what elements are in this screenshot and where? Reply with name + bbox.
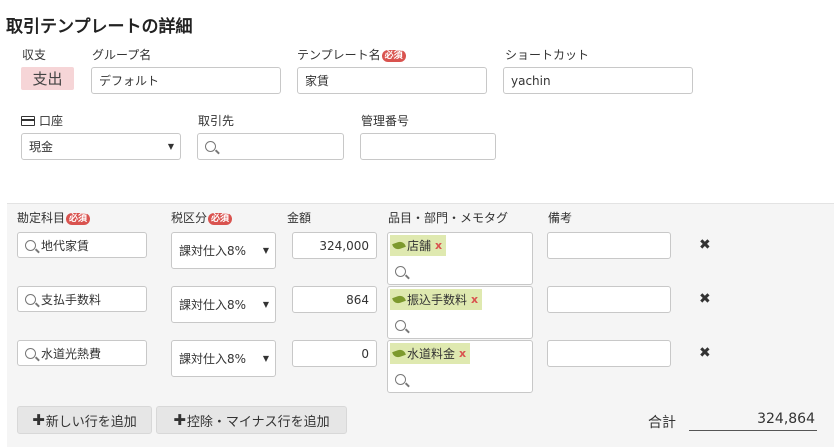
plus-icon: ✚ xyxy=(32,411,45,429)
tax-category-select[interactable]: 課対仕入8% ▼ xyxy=(171,286,276,323)
total-label: 合計 xyxy=(648,415,676,431)
search-icon xyxy=(395,266,406,277)
remarks-input[interactable] xyxy=(547,232,671,259)
total-value: 324,864 xyxy=(689,409,817,431)
template-name-input[interactable]: 家賃 xyxy=(297,67,487,94)
chevron-down-icon: ▼ xyxy=(262,300,269,309)
required-badge: 必須 xyxy=(208,213,233,225)
amount-input[interactable]: 0 xyxy=(292,340,377,367)
amount-input[interactable]: 864 xyxy=(292,286,377,313)
required-badge: 必須 xyxy=(381,50,406,62)
shortcut-input[interactable]: yachin xyxy=(503,67,693,94)
account-label: 口座 xyxy=(21,112,63,129)
management-number-input[interactable] xyxy=(360,133,496,160)
tags-header: 品目・部門・メモタグ xyxy=(388,211,509,225)
chevron-down-icon: ▼ xyxy=(262,246,269,255)
search-icon xyxy=(205,141,216,152)
tax-category-select[interactable]: 課対仕入8% ▼ xyxy=(171,232,276,269)
delete-row-icon[interactable]: ✖ xyxy=(699,237,711,253)
chevron-down-icon: ▼ xyxy=(167,142,174,151)
search-icon xyxy=(25,239,36,251)
group-name-input[interactable]: デフォルト xyxy=(91,67,281,94)
group-name-label: グループ名 xyxy=(92,48,152,62)
account-select[interactable]: 現金 ▼ xyxy=(21,133,181,160)
account-item-input[interactable]: 水道光熱費 xyxy=(17,340,147,366)
remarks-header: 備考 xyxy=(548,211,573,225)
credit-card-icon xyxy=(21,116,35,126)
add-deduction-row-button[interactable]: ✚ 控除・マイナス行を追加 xyxy=(156,406,347,434)
remove-tag-icon[interactable]: x xyxy=(471,293,478,306)
tax-category-select[interactable]: 課対仕入8% ▼ xyxy=(171,340,276,377)
account-item-header: 勘定科目 必須 xyxy=(17,209,91,226)
account-select-value: 現金 xyxy=(29,140,54,154)
account-item-input[interactable]: 地代家賃 xyxy=(17,232,147,258)
tag-chip: 店舗 x xyxy=(390,235,447,256)
tax-category-header: 税区分 必須 xyxy=(171,209,233,226)
plus-icon: ✚ xyxy=(173,411,186,429)
search-icon xyxy=(25,293,36,305)
tag-chip: 振込手数料 x xyxy=(390,289,483,310)
template-name-label: テンプレート名 必須 xyxy=(297,46,406,63)
page-title: 取引テンプレートの詳細 xyxy=(6,17,193,37)
account-item-input[interactable]: 支払手数料 xyxy=(17,286,147,312)
add-row-button[interactable]: ✚ 新しい行を追加 xyxy=(17,406,152,434)
delete-row-icon[interactable]: ✖ xyxy=(699,291,711,307)
remarks-input[interactable] xyxy=(547,286,671,313)
partner-label: 取引先 xyxy=(198,114,235,128)
remove-tag-icon[interactable]: x xyxy=(459,347,466,360)
required-badge: 必須 xyxy=(66,213,91,225)
remove-tag-icon[interactable]: x xyxy=(435,239,442,252)
search-icon xyxy=(25,347,36,359)
tag-chip: 水道料金 x xyxy=(390,343,471,364)
delete-row-icon[interactable]: ✖ xyxy=(699,345,711,361)
income-expense-label: 収支 xyxy=(22,48,47,62)
tag-box[interactable]: 水道料金 x xyxy=(387,340,533,393)
partner-input[interactable] xyxy=(197,133,344,160)
shortcut-label: ショートカット xyxy=(505,48,590,62)
management-number-label: 管理番号 xyxy=(361,114,410,128)
expense-badge[interactable]: 支出 xyxy=(21,67,74,90)
tag-box[interactable]: 店舗 x xyxy=(387,232,533,285)
amount-header: 金額 xyxy=(287,211,312,225)
tag-box[interactable]: 振込手数料 x xyxy=(387,286,533,339)
search-icon xyxy=(395,374,406,385)
amount-input[interactable]: 324,000 xyxy=(292,232,377,259)
leaf-icon xyxy=(392,294,406,305)
leaf-icon xyxy=(392,240,406,251)
leaf-icon xyxy=(392,348,406,359)
search-icon xyxy=(395,320,406,331)
remarks-input[interactable] xyxy=(547,340,671,367)
chevron-down-icon: ▼ xyxy=(262,354,269,363)
